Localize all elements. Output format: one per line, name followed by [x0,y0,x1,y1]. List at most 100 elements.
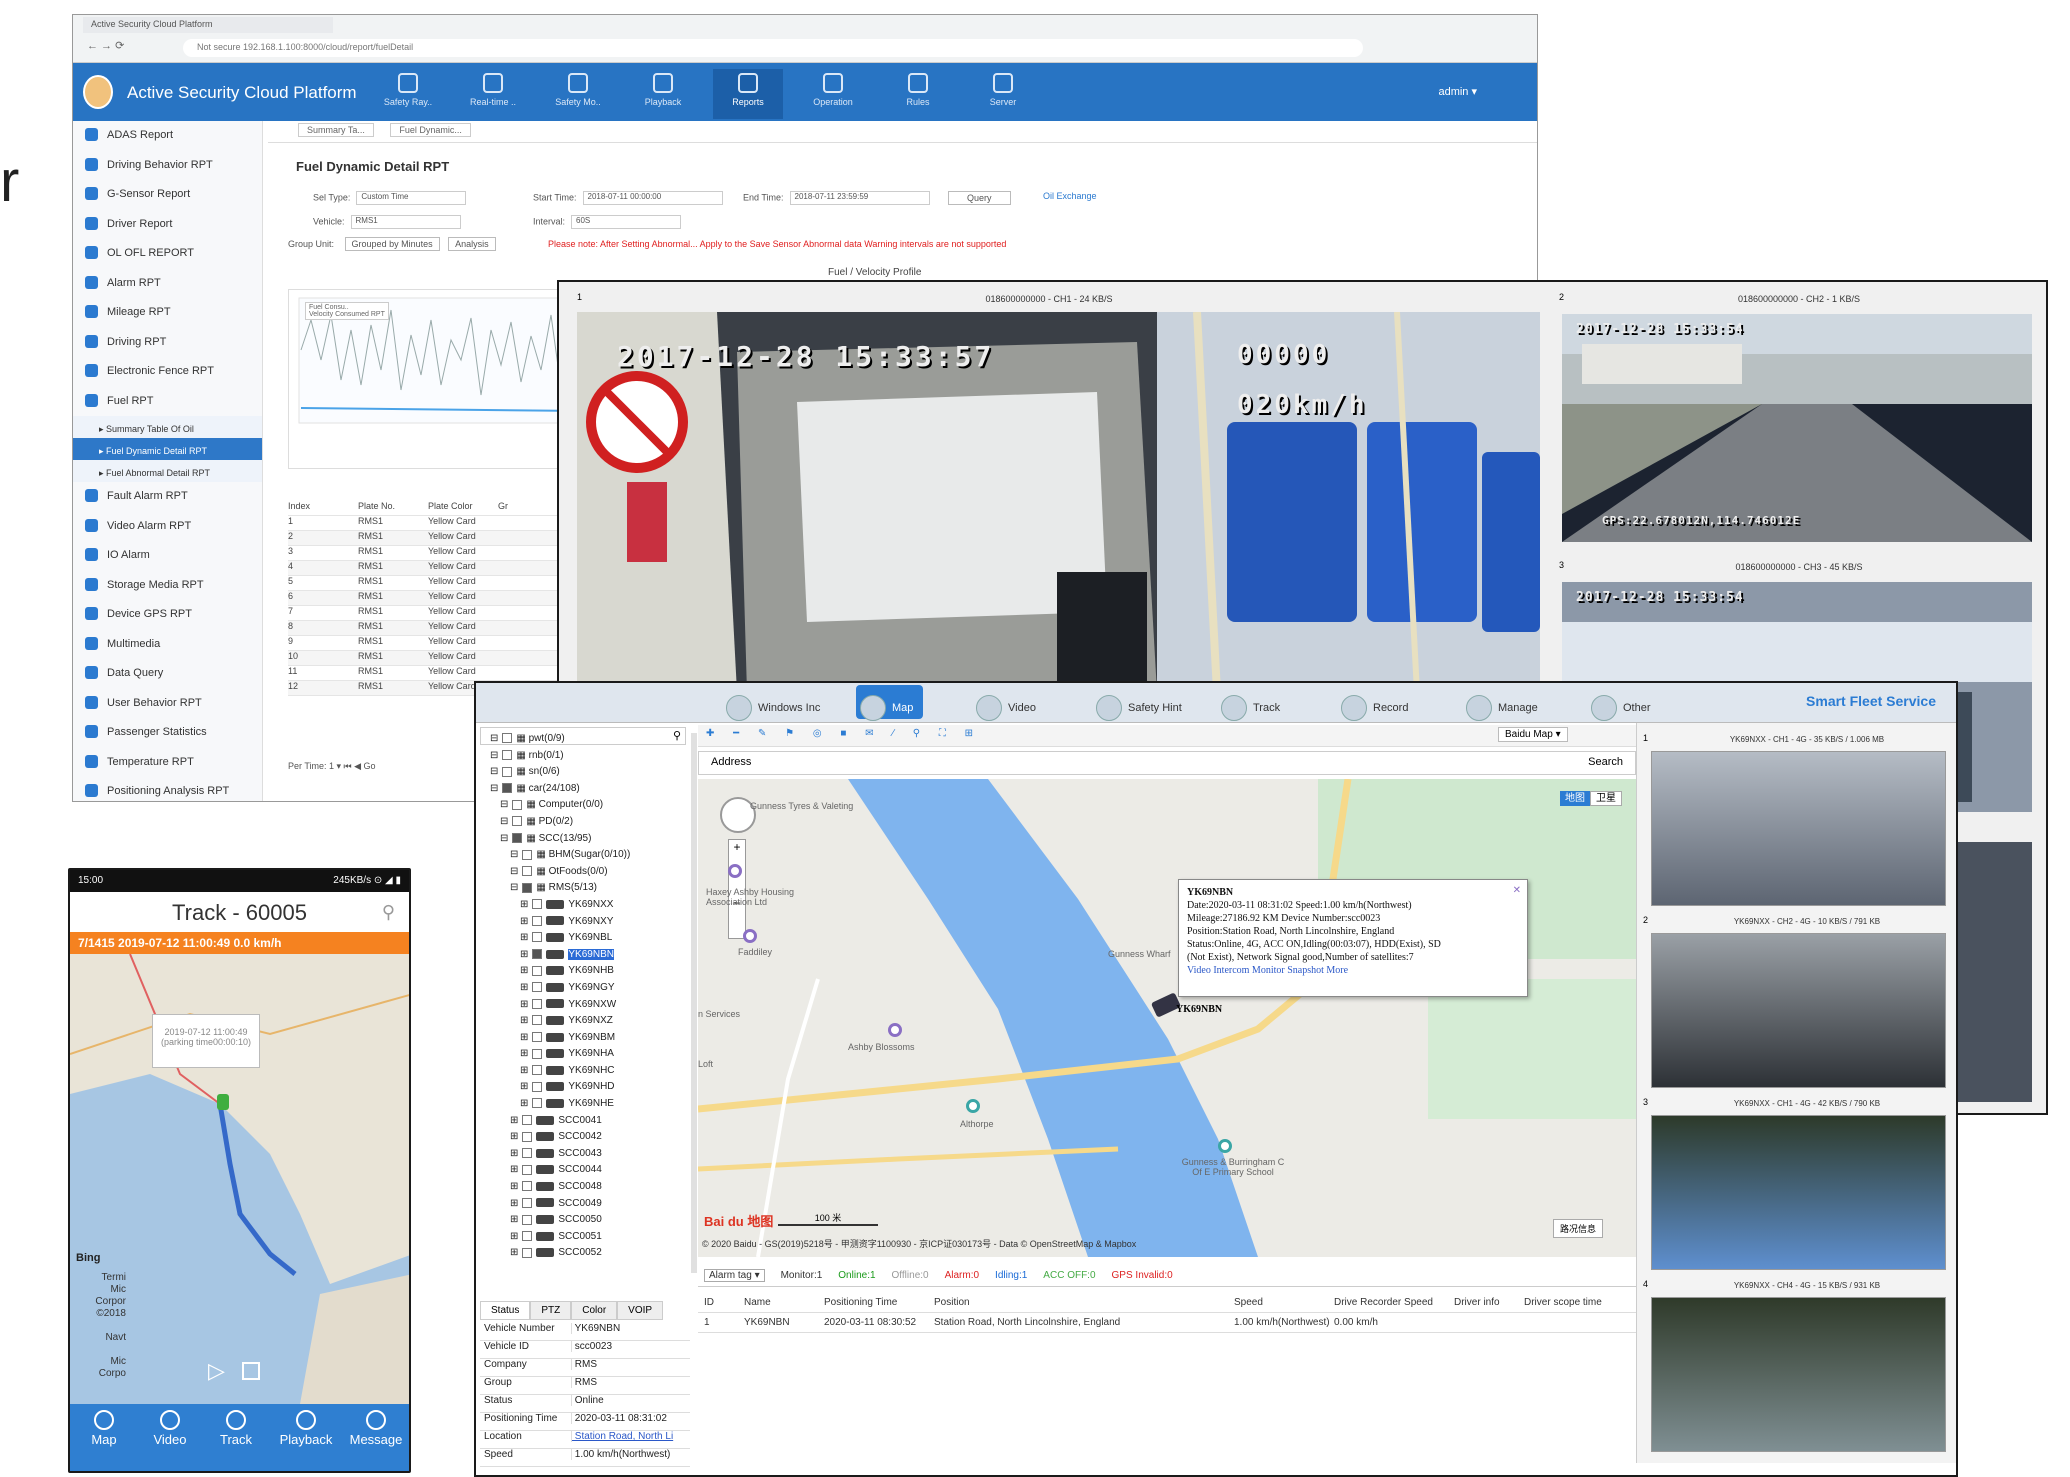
tree-checkbox[interactable] [522,1148,533,1159]
expand-icon[interactable]: ⊞ [520,949,528,960]
tree-checkbox[interactable] [502,783,513,794]
back-forward-icon[interactable]: ← → ⟳ [87,39,124,52]
tree-node[interactable]: ⊟ ▦ OtFoods(0/0) [480,866,686,883]
expand-icon[interactable]: ⊞ [510,1148,518,1159]
tree-checkbox[interactable] [532,1098,543,1109]
sidebar-item[interactable]: Temperature RPT [73,748,262,778]
thumb-video[interactable] [1651,1115,1946,1270]
nav-rules[interactable]: Rules [883,69,953,119]
tree-node[interactable]: ⊟ ▦ rnb(0/1) [480,750,686,767]
tree-checkbox[interactable] [512,832,523,843]
tree-node[interactable]: ⊟ ▦ sn(0/6) [480,766,686,783]
tree-scrollbar[interactable] [691,733,697,1273]
nav-video[interactable]: Video [976,685,1036,721]
sidebar-item[interactable]: Electronic Fence RPT [73,357,262,387]
tree-node[interactable]: ⊞ YK69NHE [480,1098,686,1115]
stop-icon[interactable] [242,1362,260,1380]
nav-real-time[interactable]: Real-time .. [458,69,528,119]
expand-icon[interactable]: ⊞ [510,1231,518,1242]
popup-links[interactable]: Video Intercom Monitor Snapshot More [1187,964,1519,977]
tree-checkbox[interactable] [532,982,543,993]
pager[interactable]: Per Time: 1 ▾ ⏮ ◀ Go [288,761,376,772]
expand-icon[interactable]: ⊞ [520,916,528,927]
search-icon[interactable]: ⚲ [382,902,395,923]
expand-icon[interactable]: ⊟ [490,750,498,761]
tree-node[interactable]: ⊞ SCC0051 [480,1231,686,1248]
expand-icon[interactable]: ⊞ [520,982,528,993]
sidebar-item[interactable]: G-Sensor Report [73,180,262,210]
tree-checkbox[interactable] [522,1214,533,1225]
property-tab[interactable]: Color [571,1301,618,1320]
address-input[interactable]: Address Search [698,751,1636,775]
tree-checkbox[interactable] [532,965,543,976]
phone-map[interactable]: 2019-07-12 11:00:49 (parking time00:00:10… [70,954,409,1404]
tree-checkbox[interactable] [532,932,543,943]
map-type-select[interactable]: Baidu Map ▾ [1498,727,1568,742]
nav-playback[interactable]: Playback [628,69,698,119]
sidebar-item[interactable]: Alarm RPT [73,269,262,299]
tree-node[interactable]: ⊞ SCC0049 [480,1198,686,1215]
query-button[interactable]: Query [948,191,1011,205]
tree-node[interactable]: ⊟ ▦ car(24/108) [480,783,686,800]
user-menu[interactable]: admin ▾ [1438,85,1477,98]
tab-map[interactable]: Map [70,1410,138,1447]
nav-safety-mo[interactable]: Safety Mo.. [543,69,613,119]
tree-node[interactable]: ⊞ YK69NHD [480,1081,686,1098]
play-icon[interactable]: ▷ [208,1358,225,1384]
tree-node[interactable]: ⊞ YK69NBN [480,948,686,966]
tree-checkbox[interactable] [532,1081,543,1092]
tree-checkbox[interactable] [502,766,513,777]
expand-icon[interactable]: ⊞ [510,1198,518,1209]
tree-node[interactable]: ⊞ SCC0050 [480,1214,686,1231]
tree-node[interactable]: ⊞ SCC0043 [480,1148,686,1165]
thumb-video[interactable] [1651,1297,1946,1452]
expand-icon[interactable]: ⊞ [510,1115,518,1126]
tree-node[interactable]: ⊞ SCC0052 [480,1247,686,1264]
sel-type-select[interactable]: Custom Time [356,191,467,205]
expand-icon[interactable]: ⊟ [500,816,508,827]
expand-icon[interactable]: ⊟ [510,866,518,877]
tree-node[interactable]: ⊟ ▦ PD(0/2) [480,816,686,833]
sidebar-item[interactable]: Driving Behavior RPT [73,151,262,181]
thumb-video[interactable] [1651,751,1946,906]
expand-icon[interactable]: ⊞ [510,1214,518,1225]
expand-icon[interactable]: ⊟ [510,882,518,893]
expand-icon[interactable]: ⊟ [490,766,498,777]
expand-icon[interactable]: ⊟ [500,833,508,844]
browser-tab[interactable]: Active Security Cloud Platform [83,17,333,33]
tree-node[interactable]: ⊟ ▦ RMS(5/13) [480,882,686,899]
tree-checkbox[interactable] [522,866,533,877]
sidebar-item[interactable]: OL OFL REPORT [73,239,262,269]
thumb-video[interactable] [1651,933,1946,1088]
tree-node[interactable]: ⊞ YK69NXY [480,916,686,933]
expand-icon[interactable]: ⊞ [520,899,528,910]
nav-windows[interactable]: Windows Inc [726,685,820,721]
search-button[interactable]: Search [1588,756,1623,768]
tree-checkbox[interactable] [532,1015,543,1026]
sidebar-subitem[interactable]: ▸ Fuel Dynamic Detail RPT [73,438,262,460]
tree-node[interactable]: ⊟ ▦ pwt(0/9) [480,733,686,750]
tree-node[interactable]: ⊞ SCC0041 [480,1115,686,1132]
expand-icon[interactable]: ⊞ [510,1181,518,1192]
expand-icon[interactable]: ⊞ [520,1081,528,1092]
tree-checkbox[interactable] [532,1065,543,1076]
tree-checkbox[interactable] [522,1115,533,1126]
ch2-video[interactable]: 2017-12-28 15:33:54 GPS:22.678012N,114.7… [1562,314,2032,542]
nav-safety-hint[interactable]: Safety Hint [1096,685,1182,721]
tree-checkbox[interactable] [522,882,533,893]
tree-checkbox[interactable] [522,1164,533,1175]
expand-icon[interactable]: ⊞ [520,1065,528,1076]
nav-reports[interactable]: Reports [713,69,783,119]
tree-checkbox[interactable] [532,915,543,926]
analysis-button[interactable]: Analysis [448,237,496,251]
sidebar-item[interactable]: Storage Media RPT [73,571,262,601]
tree-node[interactable]: ⊞ SCC0042 [480,1131,686,1148]
tree-node[interactable]: ⊞ SCC0048 [480,1181,686,1198]
expand-icon[interactable]: ⊞ [520,1032,528,1043]
tree-checkbox[interactable] [512,816,523,827]
tree-node[interactable]: ⊟ ▦ BHM(Sugar(0/10)) [480,849,686,866]
tree-node[interactable]: ⊞ YK69NGY [480,982,686,999]
sidebar-item[interactable]: Data Query [73,659,262,689]
tree-checkbox[interactable] [532,899,543,910]
oil-exchange-link[interactable]: Oil Exchange [1043,191,1097,201]
